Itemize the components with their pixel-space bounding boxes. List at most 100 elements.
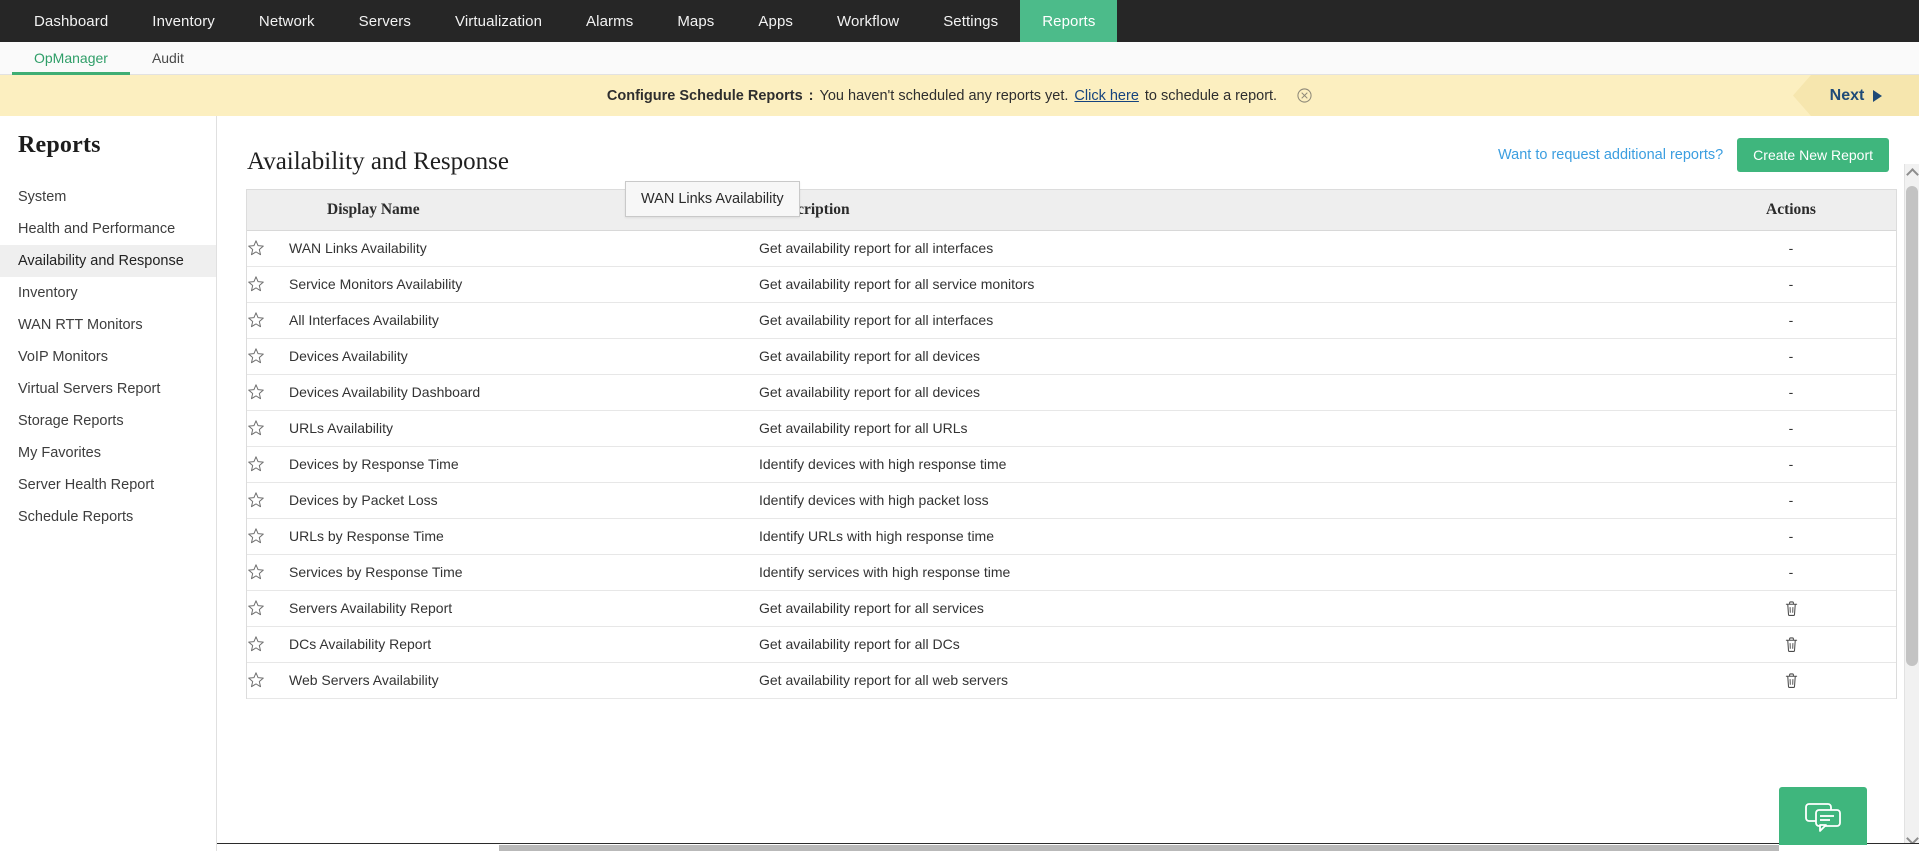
banner-separator: :: [809, 88, 814, 104]
star-outline-icon[interactable]: [247, 302, 289, 338]
report-description: Identify devices with high response time: [759, 446, 1686, 482]
star-outline-icon[interactable]: [247, 590, 289, 626]
reports-table-container: Display Name Description Actions WAN Lin…: [246, 189, 1897, 699]
sidebar-item-health-and-performance[interactable]: Health and Performance: [0, 213, 216, 245]
sidebar-item-schedule-reports[interactable]: Schedule Reports: [0, 501, 216, 533]
vertical-scrollbar[interactable]: [1904, 164, 1919, 851]
create-new-report-button[interactable]: Create New Report: [1737, 138, 1889, 172]
sidebar-item-voip-monitors[interactable]: VoIP Monitors: [0, 341, 216, 373]
table-row[interactable]: Service Monitors AvailabilityGet availab…: [247, 266, 1896, 302]
sidebar-item-inventory[interactable]: Inventory: [0, 277, 216, 309]
star-outline-icon[interactable]: [247, 482, 289, 518]
table-row[interactable]: Services by Response TimeIdentify servic…: [247, 554, 1896, 590]
table-row[interactable]: Devices Availability DashboardGet availa…: [247, 374, 1896, 410]
report-description: Identify URLs with high response time: [759, 518, 1686, 554]
report-display-name[interactable]: URLs Availability: [289, 410, 759, 446]
subnav-item-opmanager[interactable]: OpManager: [12, 42, 130, 74]
close-circle-icon[interactable]: [1297, 88, 1312, 103]
request-additional-reports-link[interactable]: Want to request additional reports?: [1498, 147, 1723, 163]
table-row[interactable]: Servers Availability ReportGet availabil…: [247, 590, 1896, 626]
report-description: Get availability report for all interfac…: [759, 302, 1686, 338]
star-outline-icon[interactable]: [247, 662, 289, 698]
table-row[interactable]: WAN Links AvailabilityGet availability r…: [247, 230, 1896, 266]
report-action-placeholder: -: [1686, 518, 1896, 554]
star-outline-icon[interactable]: [247, 626, 289, 662]
report-display-name[interactable]: Devices Availability Dashboard: [289, 374, 759, 410]
star-outline-icon[interactable]: [247, 374, 289, 410]
star-outline-icon[interactable]: [247, 230, 289, 266]
sidebar-item-wan-rtt-monitors[interactable]: WAN RTT Monitors: [0, 309, 216, 341]
report-description: Get availability report for all service …: [759, 266, 1686, 302]
vertical-scrollbar-thumb[interactable]: [1906, 186, 1918, 666]
report-description: Get availability report for all web serv…: [759, 662, 1686, 698]
topnav-item-alarms[interactable]: Alarms: [564, 0, 655, 42]
table-row[interactable]: Web Servers AvailabilityGet availability…: [247, 662, 1896, 698]
report-display-name[interactable]: All Interfaces Availability: [289, 302, 759, 338]
banner-title: Configure Schedule Reports: [607, 88, 803, 104]
column-header-description[interactable]: Description: [759, 190, 1686, 230]
table-row[interactable]: Devices by Packet LossIdentify devices w…: [247, 482, 1896, 518]
delete-report-trash-icon[interactable]: [1686, 662, 1896, 698]
topnav-item-network[interactable]: Network: [237, 0, 337, 42]
banner-click-here-link[interactable]: Click here: [1074, 88, 1138, 104]
star-outline-icon[interactable]: [247, 554, 289, 590]
report-description: Get availability report for all services: [759, 590, 1686, 626]
topnav-item-apps[interactable]: Apps: [736, 0, 815, 42]
main-content: Availability and Response Want to reques…: [217, 116, 1919, 851]
sidebar-item-availability-and-response[interactable]: Availability and Response: [0, 245, 216, 277]
report-display-name[interactable]: Service Monitors Availability: [289, 266, 759, 302]
chat-bubbles-icon[interactable]: [1779, 787, 1867, 845]
delete-report-trash-icon[interactable]: [1686, 590, 1896, 626]
report-description: Identify services with high response tim…: [759, 554, 1686, 590]
topnav-item-servers[interactable]: Servers: [337, 0, 433, 42]
reports-table: Display Name Description Actions WAN Lin…: [247, 190, 1896, 699]
report-display-name[interactable]: URLs by Response Time: [289, 518, 759, 554]
delete-report-trash-icon[interactable]: [1686, 626, 1896, 662]
report-display-name[interactable]: Servers Availability Report: [289, 590, 759, 626]
report-display-name[interactable]: Devices Availability: [289, 338, 759, 374]
sidebar-item-storage-reports[interactable]: Storage Reports: [0, 405, 216, 437]
report-description: Get availability report for all devices: [759, 338, 1686, 374]
table-row[interactable]: URLs AvailabilityGet availability report…: [247, 410, 1896, 446]
report-display-name[interactable]: Web Servers Availability: [289, 662, 759, 698]
topnav-item-virtualization[interactable]: Virtualization: [433, 0, 564, 42]
star-outline-icon[interactable]: [247, 338, 289, 374]
table-row[interactable]: URLs by Response TimeIdentify URLs with …: [247, 518, 1896, 554]
report-display-name[interactable]: Devices by Packet Loss: [289, 482, 759, 518]
topnav-item-workflow[interactable]: Workflow: [815, 0, 921, 42]
sidebar-item-system[interactable]: System: [0, 181, 216, 213]
star-outline-icon[interactable]: [247, 518, 289, 554]
topnav-item-dashboard[interactable]: Dashboard: [12, 0, 130, 42]
banner-next-button[interactable]: Next: [1793, 75, 1919, 116]
table-row[interactable]: Devices by Response TimeIdentify devices…: [247, 446, 1896, 482]
table-header-row: Display Name Description Actions: [247, 190, 1896, 230]
report-action-placeholder: -: [1686, 302, 1896, 338]
sidebar-item-server-health-report[interactable]: Server Health Report: [0, 469, 216, 501]
report-display-name[interactable]: DCs Availability Report: [289, 626, 759, 662]
star-outline-icon[interactable]: [247, 446, 289, 482]
table-row[interactable]: DCs Availability ReportGet availability …: [247, 626, 1896, 662]
horizontal-scrollbar-thumb[interactable]: [499, 845, 1779, 851]
column-header-favorite[interactable]: [247, 190, 289, 230]
topnav-item-inventory[interactable]: Inventory: [130, 0, 237, 42]
report-display-name[interactable]: Devices by Response Time: [289, 446, 759, 482]
table-row[interactable]: Devices AvailabilityGet availability rep…: [247, 338, 1896, 374]
scroll-up-arrow-icon[interactable]: [1906, 168, 1919, 181]
schedule-reports-banner: Configure Schedule Reports: You haven't …: [0, 75, 1919, 116]
report-description: Get availability report for all DCs: [759, 626, 1686, 662]
horizontal-scrollbar[interactable]: [217, 843, 1919, 851]
column-header-actions[interactable]: Actions: [1686, 190, 1896, 230]
star-outline-icon[interactable]: [247, 410, 289, 446]
topnav-item-reports[interactable]: Reports: [1020, 0, 1117, 42]
table-row[interactable]: All Interfaces AvailabilityGet availabil…: [247, 302, 1896, 338]
report-display-name[interactable]: WAN Links Availability: [289, 230, 759, 266]
sidebar-item-my-favorites[interactable]: My Favorites: [0, 437, 216, 469]
subnav-item-audit[interactable]: Audit: [130, 42, 206, 74]
report-display-name[interactable]: Services by Response Time: [289, 554, 759, 590]
topnav-item-settings[interactable]: Settings: [921, 0, 1020, 42]
report-description: Get availability report for all interfac…: [759, 230, 1686, 266]
sidebar-item-virtual-servers-report[interactable]: Virtual Servers Report: [0, 373, 216, 405]
page-title: Availability and Response: [247, 148, 509, 176]
topnav-item-maps[interactable]: Maps: [655, 0, 736, 42]
star-outline-icon[interactable]: [247, 266, 289, 302]
